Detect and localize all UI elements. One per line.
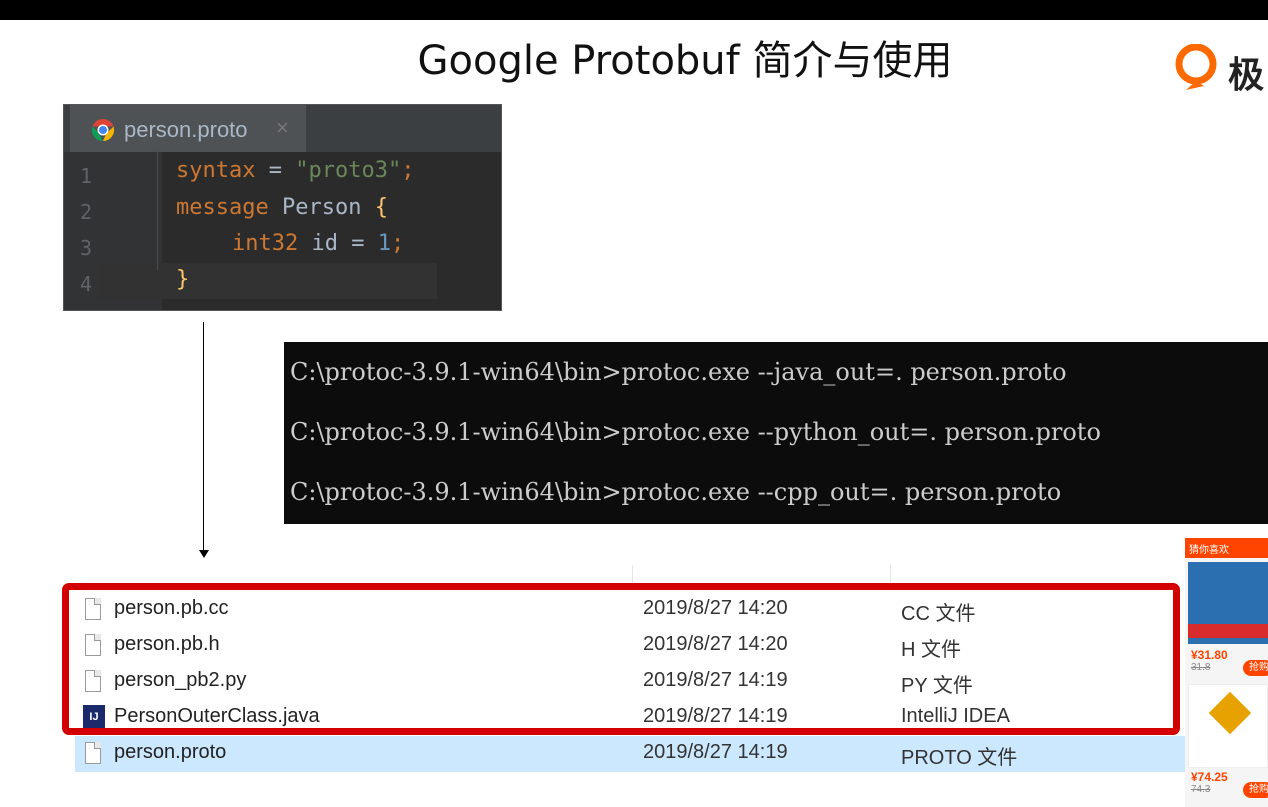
fold-guide <box>157 150 158 270</box>
code-identifier: id = <box>298 231 378 256</box>
console-line: C:\protoc-3.9.1-win64\bin>protoc.exe --c… <box>290 478 1062 506</box>
tab-label: person.proto <box>124 117 248 142</box>
chrome-file-icon <box>91 118 115 142</box>
brand-logo-icon <box>1175 44 1217 90</box>
buy-button[interactable]: 抢购 <box>1243 660 1268 676</box>
code-brace: { <box>374 195 388 220</box>
top-black-bar <box>0 0 1268 20</box>
column-divider <box>890 565 891 585</box>
ad-header: 猜你喜欢 <box>1185 538 1268 558</box>
file-row-selected[interactable]: person.proto 2019/8/27 14:19 PROTO 文件 <box>75 736 1268 772</box>
console-line: C:\protoc-3.9.1-win64\bin>protoc.exe --j… <box>290 358 1067 386</box>
console-line: C:\protoc-3.9.1-win64\bin>protoc.exe --p… <box>290 418 1101 446</box>
file-date: 2019/8/27 14:19 <box>643 741 788 763</box>
code-line-3[interactable]: int32 id = 1; <box>232 231 404 256</box>
current-line-highlight <box>98 263 437 299</box>
line-number: 1 <box>80 164 93 188</box>
flow-arrow-line <box>203 322 204 552</box>
code-semicolon: ; <box>390 231 405 256</box>
code-line-2[interactable]: message Person { <box>176 195 388 220</box>
line-number: 2 <box>80 200 93 224</box>
code-semicolon: ; <box>401 158 415 183</box>
code-type: int32 <box>232 231 299 256</box>
code-identifier: Person <box>268 195 375 220</box>
code-line-4[interactable]: } <box>176 267 189 292</box>
buy-button[interactable]: 抢购 <box>1243 782 1268 798</box>
ad-price: ¥31.80 <box>1191 648 1228 662</box>
file-type: PROTO 文件 <box>901 747 1018 769</box>
brand-logo-text: 极 <box>1228 55 1265 96</box>
slide-title: Google Protobuf 简介与使用 <box>417 38 953 84</box>
code-string: "proto3" <box>295 158 402 183</box>
tab-person-proto[interactable]: person.proto × <box>70 105 306 152</box>
code-brace: } <box>176 267 190 292</box>
line-number: 3 <box>80 236 93 260</box>
generated-files-highlight <box>62 583 1180 735</box>
editor-tab-bar: person.proto × <box>64 105 501 152</box>
code-operator: = <box>255 158 296 183</box>
command-console: C:\protoc-3.9.1-win64\bin>protoc.exe --j… <box>284 342 1268 524</box>
code-number: 1 <box>377 231 391 256</box>
line-number: 4 <box>80 272 93 296</box>
book-cover-band <box>1188 624 1268 638</box>
file-icon <box>85 742 101 764</box>
code-keyword: message <box>176 195 269 220</box>
ad-old-price: 74.3 <box>1191 784 1211 795</box>
code-line-1[interactable]: syntax = "proto3"; <box>176 158 414 183</box>
ad-panel[interactable]: 猜你喜欢 ¥31.80 31.8 抢购 ¥74.25 74.3 抢购 <box>1185 538 1268 807</box>
ad-old-price: 31.8 <box>1191 662 1211 673</box>
column-divider <box>632 565 633 585</box>
ad-header-label: 猜你喜欢 <box>1189 545 1229 556</box>
ad-price: ¥74.25 <box>1191 770 1228 784</box>
file-name: person.proto <box>114 741 227 763</box>
code-keyword: syntax <box>176 158 256 183</box>
close-icon[interactable]: × <box>276 115 289 141</box>
arrow-down-icon <box>199 550 209 558</box>
